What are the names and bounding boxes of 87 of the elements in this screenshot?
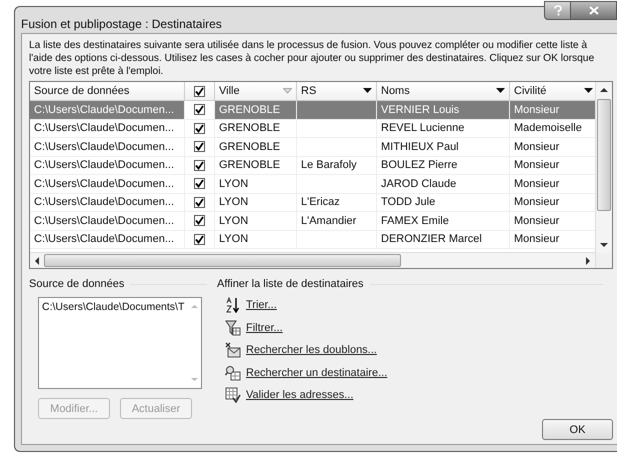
table-cell: JAROD Claude [381, 178, 456, 190]
table-cell: Mademoiselle [514, 122, 582, 134]
table-cell: Le Barafoly [301, 159, 357, 172]
checkbox[interactable] [194, 141, 205, 152]
table-cell: FAMEX Emile [381, 214, 449, 227]
link[interactable]: Trier... [246, 299, 277, 312]
dropdown-icon[interactable] [363, 88, 372, 94]
data-source-list[interactable]: C:\Users\Claude\Documents\T [38, 297, 202, 389]
table-cell: LYON [219, 233, 248, 246]
table-cell: REVEL Lucienne [381, 122, 464, 134]
checkbox[interactable] [194, 160, 205, 171]
vertical-scrollbar[interactable] [595, 82, 612, 268]
table-cell: GRENOBLE [219, 122, 280, 134]
column-header[interactable]: Noms [377, 82, 510, 100]
dropdown-icon[interactable] [496, 88, 505, 94]
column-header[interactable]: Source de données [30, 82, 185, 100]
table-cell: C:\Users\Claude\Documen... [34, 140, 174, 153]
horizontal-scrollbar[interactable] [30, 252, 595, 268]
table-cell: C:\Users\Claude\Documen... [34, 196, 174, 208]
sort-icon [225, 297, 241, 314]
table-cell: Monsieur [514, 214, 560, 227]
table-row[interactable]: C:\Users\Claude\Documen... GRENOBLE VERNIER Louis Monsieur [30, 101, 595, 120]
link[interactable]: Rechercher un destinataire... [246, 366, 388, 379]
table-cell: VERNIER Louis [381, 104, 460, 116]
checkbox[interactable] [194, 178, 205, 190]
window-title: Fusion et publipostage : Destinataires [21, 17, 222, 31]
magnifier-icon [225, 364, 241, 381]
table-cell: Monsieur [514, 178, 560, 190]
checkbox[interactable] [194, 234, 205, 245]
scroll-up-icon[interactable] [600, 87, 608, 93]
close-button[interactable] [571, 1, 617, 20]
table-row[interactable]: C:\Users\Claude\Documen... LYON JAROD Claude Monsieur [30, 175, 595, 194]
link[interactable]: Rechercher les doublons... [246, 344, 377, 356]
close-icon [588, 6, 598, 15]
table-cell: Monsieur [514, 140, 560, 153]
link[interactable]: Valider les adresses... [246, 389, 354, 402]
scroll-right-icon[interactable] [585, 256, 591, 264]
envelope-icon [225, 342, 241, 358]
link[interactable]: Filtrer... [246, 322, 283, 334]
funnel-icon [225, 320, 241, 336]
group-label: Affiner la liste de destinataires [217, 278, 364, 290]
table-cell: LYON [219, 196, 248, 208]
table-row[interactable]: C:\Users\Claude\Documen... GRENOBLE MITHIEUX Paul Monsieur [30, 138, 595, 156]
table-row[interactable]: C:\Users\Claude\Documen... GRENOBLE Le Barafoly BOULEZ Pierre Monsieur [30, 156, 595, 175]
table-cell: TODD Jule [381, 196, 436, 208]
table-cell: C:\Users\Claude\Documen... [34, 104, 174, 116]
checkbox[interactable] [194, 196, 205, 208]
checkbox[interactable] [194, 215, 205, 226]
scrollbar-corner [596, 253, 612, 268]
scroll-left-icon[interactable] [34, 256, 40, 264]
table-cell: DERONZIER Marcel [381, 233, 482, 246]
table-cell: L'Ericaz [301, 196, 340, 208]
group-label: Source de données [29, 278, 124, 290]
ok-button[interactable]: OK [542, 419, 613, 440]
table-row[interactable]: C:\Users\Claude\Documen... LYON DERONZIER Marcel Monsieur [30, 230, 595, 249]
table-cell: LYON [219, 214, 248, 227]
table-row[interactable]: C:\Users\Claude\Documen... GRENOBLE REVEL Lucienne Mademoiselle [30, 120, 595, 138]
table-cell: L'Amandier [301, 214, 356, 227]
checklist-icon [225, 387, 241, 404]
table-cell: Monsieur [514, 104, 560, 116]
column-header[interactable]: RS [297, 82, 377, 100]
table-cell: C:\Users\Claude\Documen... [34, 233, 174, 246]
table-cell: C:\Users\Claude\Documen... [34, 214, 174, 227]
table-cell: Monsieur [514, 233, 560, 246]
table-cell: GRENOBLE [219, 140, 280, 153]
scroll-down-icon[interactable] [600, 242, 608, 248]
table-row[interactable]: C:\Users\Claude\Documen... LYON L'Ericaz TODD Jule Monsieur [30, 194, 595, 212]
checkbox[interactable] [194, 122, 205, 134]
table-row[interactable]: C:\Users\Claude\Documen... LYON L'Amandier FAMEX Emile Monsieur [30, 212, 595, 230]
instructions-text: La liste des destinataires suivante sera utilisée dans le processus de fusion. Vous pouvez compléter ou modifier cette liste à l'aide des options ci-dessous. Utilisez les cases à cocher pour ajouter ou supprimer des destinataires. Cliquez sur OK lorsque votre liste est prête à l'emploi. [29, 39, 596, 78]
checkbox[interactable] [194, 104, 205, 116]
table-cell: GRENOBLE [219, 104, 280, 116]
table-cell: LYON [219, 178, 248, 190]
checkbox[interactable] [194, 86, 205, 96]
dropdown-icon[interactable] [584, 88, 593, 94]
help-button[interactable] [544, 1, 571, 20]
column-header[interactable]: Ville [215, 82, 297, 100]
table-cell: Monsieur [514, 159, 560, 172]
table-cell: GRENOBLE [219, 159, 280, 172]
table-cell: Monsieur [514, 196, 560, 208]
table-cell: C:\Users\Claude\Documen... [34, 159, 174, 172]
table-cell: C:\Users\Claude\Documen... [34, 178, 174, 190]
table-cell: MITHIEUX Paul [381, 140, 459, 153]
table-cell: BOULEZ Pierre [381, 159, 458, 172]
table-cell: C:\Users\Claude\Documen... [34, 122, 174, 134]
help-icon [552, 5, 562, 16]
list-item[interactable]: C:\Users\Claude\Documents\T [42, 301, 184, 313]
